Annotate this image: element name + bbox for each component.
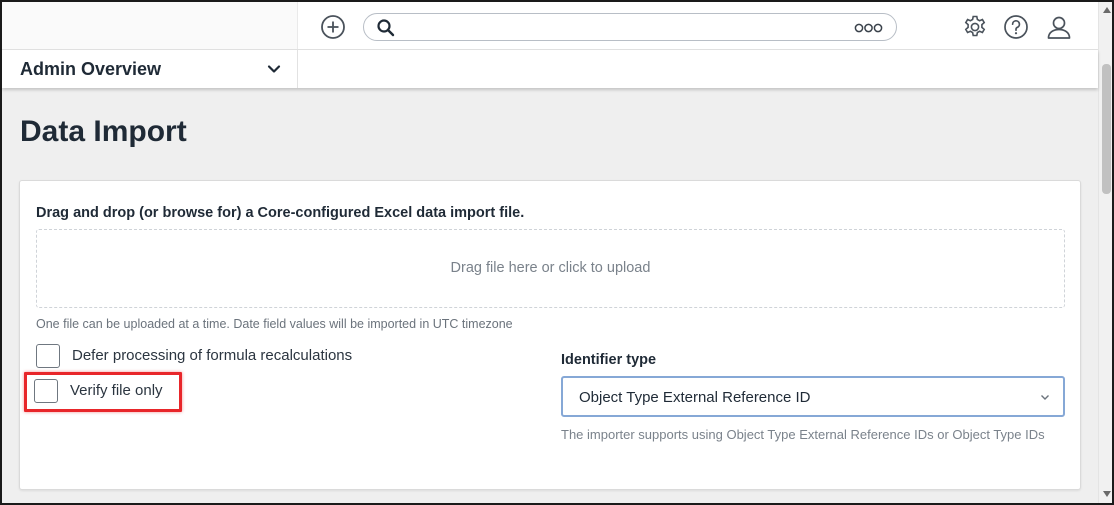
gear-icon[interactable]: [962, 14, 988, 40]
defer-recalc-label: Defer processing of formula recalculatio…: [72, 347, 353, 364]
top-bar: [2, 2, 1098, 50]
identifier-type-label: Identifier type: [561, 352, 657, 368]
chevron-down-icon: [1041, 395, 1049, 400]
upload-instruction: Drag and drop (or browse for) a Core-con…: [36, 205, 525, 221]
global-search[interactable]: [363, 13, 897, 41]
app-window: Admin Overview Data Import Drag and drop…: [0, 0, 1114, 505]
highlight-box: [24, 372, 182, 412]
upload-help-text: One file can be uploaded at a time. Date…: [36, 317, 513, 331]
scrollbar-thumb[interactable]: [1102, 64, 1111, 194]
search-input[interactable]: [404, 17, 844, 37]
page-title: Data Import: [20, 115, 187, 148]
file-dropzone[interactable]: Drag file here or click to upload: [36, 229, 1065, 308]
scroll-down-arrow-icon[interactable]: [1102, 490, 1112, 498]
identifier-type-value: Object Type External Reference ID: [579, 389, 811, 406]
question-circle-icon[interactable]: [1003, 14, 1029, 40]
dashboard-bar: Admin Overview: [2, 50, 1098, 88]
scroll-up-arrow-icon[interactable]: [1102, 6, 1112, 14]
identifier-type-help: The importer supports using Object Type …: [561, 427, 1045, 442]
chevron-down-icon: [267, 65, 281, 73]
search-options-icon[interactable]: [854, 22, 884, 34]
plus-circle-icon: [321, 15, 345, 39]
search-icon: [377, 19, 395, 37]
data-import-panel: Drag and drop (or browse for) a Core-con…: [19, 180, 1081, 490]
vertical-scrollbar[interactable]: [1098, 2, 1112, 503]
logo-area: [2, 2, 298, 49]
add-button[interactable]: [320, 14, 346, 40]
identifier-type-select[interactable]: Object Type External Reference ID: [561, 376, 1065, 417]
defer-recalc-option[interactable]: Defer processing of formula recalculatio…: [36, 344, 376, 370]
user-icon[interactable]: [1046, 14, 1072, 40]
dashboard-selector-label: Admin Overview: [20, 59, 162, 79]
dropzone-text: Drag file here or click to upload: [450, 260, 651, 276]
dashboard-selector[interactable]: Admin Overview: [2, 50, 298, 88]
defer-recalc-checkbox[interactable]: [36, 344, 60, 368]
